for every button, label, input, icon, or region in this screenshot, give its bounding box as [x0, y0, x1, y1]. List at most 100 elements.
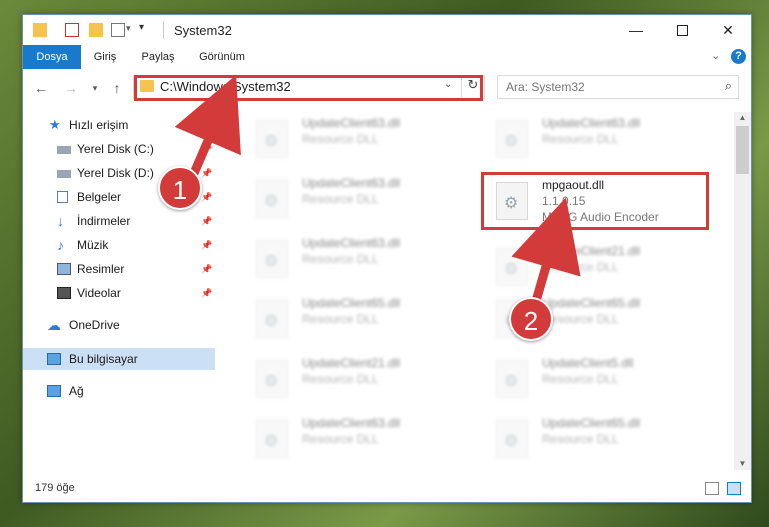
chevron-down-icon: ▾	[92, 83, 98, 93]
scroll-thumb[interactable]	[736, 126, 749, 174]
sidebar-item-label: Belgeler	[77, 190, 122, 204]
list-item[interactable]: UpdateClient63.dll Resource DLL	[242, 114, 442, 162]
list-item[interactable]: UpdateClient21.dll Resource DLL	[242, 354, 442, 402]
sidebar-item-videos[interactable]: Videolar 📌	[23, 282, 215, 304]
sidebar-item-label: Videolar	[77, 286, 121, 300]
computer-icon	[47, 353, 61, 365]
back-button[interactable]: ←	[31, 79, 51, 97]
list-item[interactable]: UpdateClient63.dll Resource DLL	[242, 234, 442, 282]
item-count: 179 öğe	[35, 482, 75, 494]
arrow-left-icon: ←	[34, 80, 48, 96]
file-type: Resource DLL	[302, 312, 379, 326]
file-list: UpdateClient63.dll Resource DLL UpdateCl…	[228, 112, 728, 467]
dll-file-icon	[256, 240, 288, 278]
list-item[interactable]: UpdateClient65.dll Resource DLL	[482, 414, 682, 462]
pin-icon[interactable]: 📌	[201, 234, 212, 256]
list-item[interactable]: UpdateClient65.dll Resource DLL	[242, 294, 442, 342]
file-name: UpdateClient5.dll	[542, 356, 634, 370]
tab-giris[interactable]: Giriş	[85, 45, 125, 69]
file-type: Resource DLL	[542, 372, 619, 386]
scroll-up-icon[interactable]: ▲	[734, 112, 751, 124]
dll-file-icon	[496, 360, 528, 398]
download-icon: ↓	[57, 213, 64, 229]
search-box[interactable]: ⌕	[497, 75, 739, 99]
sidebar-item-label: OneDrive	[69, 318, 120, 332]
sidebar-item-this-pc[interactable]: Bu bilgisayar	[23, 348, 215, 370]
list-item[interactable]: UpdateClient63.dll Resource DLL	[482, 114, 682, 162]
maximize-button[interactable]	[659, 15, 705, 45]
details-view-icon[interactable]	[705, 482, 719, 495]
tiles-view-icon[interactable]	[727, 482, 741, 495]
file-type: Resource DLL	[302, 372, 379, 386]
step-badge-1: 1	[158, 166, 202, 210]
list-item[interactable]: UpdateClient63.dll Resource DLL	[242, 174, 442, 222]
sidebar-item-label: Müzik	[77, 238, 109, 252]
list-item[interactable]: UpdateClient63.dll Resource DLL	[242, 414, 442, 462]
up-button[interactable]: ↑	[107, 79, 127, 97]
sidebar-item-local-disk-c[interactable]: Yerel Disk (C:) 📌	[23, 138, 215, 160]
dll-file-icon	[256, 300, 288, 338]
sidebar-item-pictures[interactable]: Resimler 📌	[23, 258, 215, 280]
chevron-down-icon[interactable]: ▾	[126, 23, 131, 34]
address-highlight	[134, 75, 483, 101]
search-input[interactable]	[504, 78, 708, 96]
file-type: Resource DLL	[302, 252, 379, 266]
vertical-scrollbar[interactable]: ▲ ▼	[734, 112, 751, 470]
sidebar-item-label: Bu bilgisayar	[69, 352, 138, 366]
sidebar-item-onedrive[interactable]: ☁ OneDrive	[23, 314, 215, 336]
step-badge-2: 2	[509, 297, 553, 341]
cloud-icon: ☁	[47, 317, 61, 333]
arrow-right-icon: →	[64, 80, 78, 96]
pin-icon[interactable]: 📌	[201, 162, 212, 184]
dll-file-icon	[496, 120, 528, 158]
customize-toolbar-icon[interactable]: ▾	[139, 22, 144, 33]
list-item[interactable]: UpdateClient5.dll Resource DLL	[482, 354, 682, 402]
file-name: UpdateClient63.dll	[302, 236, 401, 250]
music-icon: ♪	[57, 237, 64, 253]
help-icon[interactable]: ?	[731, 49, 746, 64]
file-name: UpdateClient65.dll	[302, 296, 401, 310]
minimize-icon: —	[629, 22, 643, 38]
sidebar-item-label: İndirmeler	[77, 214, 131, 228]
sidebar-item-network[interactable]: Ağ	[23, 380, 215, 402]
pin-icon[interactable]: 📌	[201, 282, 212, 304]
sidebar-item-music[interactable]: ♪ Müzik 📌	[23, 234, 215, 256]
pin-icon[interactable]: 📌	[201, 210, 212, 232]
file-type: Resource DLL	[302, 432, 379, 446]
videos-icon	[57, 287, 71, 299]
pin-icon[interactable]: 📌	[201, 258, 212, 280]
sidebar-item-label: Yerel Disk (D:)	[77, 166, 154, 180]
close-button[interactable]: ✕	[705, 15, 751, 45]
dll-file-icon	[496, 248, 528, 286]
title-bar: ▾ ▾ System32 — ✕	[23, 15, 751, 45]
file-type: Resource DLL	[542, 260, 619, 274]
separator	[163, 21, 164, 39]
list-item[interactable]: UpdateClient21.dll Resource DLL	[482, 242, 682, 290]
documents-icon	[57, 191, 68, 203]
tab-dosya[interactable]: Dosya	[23, 45, 81, 69]
file-name: UpdateClient63.dll	[302, 176, 401, 190]
view-options-icon[interactable]	[111, 23, 125, 37]
sidebar-item-label: Resimler	[77, 262, 125, 276]
new-folder-icon[interactable]	[89, 23, 103, 37]
file-name: UpdateClient21.dll	[542, 244, 641, 258]
star-icon: ★	[49, 117, 61, 132]
navigation-pane: ★ Hızlı erişim Yerel Disk (C:) 📌 Yerel D…	[23, 112, 215, 467]
recent-locations-button[interactable]: ▾	[85, 79, 105, 97]
sidebar-item-quick-access[interactable]: ★ Hızlı erişim	[23, 114, 215, 136]
pin-icon[interactable]: 📌	[201, 138, 212, 160]
file-highlight	[481, 172, 709, 230]
minimize-button[interactable]: —	[613, 15, 659, 45]
status-bar: 179 öğe	[23, 478, 751, 500]
tab-paylas[interactable]: Paylaş	[135, 45, 181, 69]
forward-button[interactable]: →	[61, 79, 81, 97]
sidebar-item-label: Ağ	[69, 384, 84, 398]
pin-icon[interactable]: 📌	[201, 186, 212, 208]
scroll-down-icon[interactable]: ▼	[734, 458, 751, 470]
sidebar-item-downloads[interactable]: ↓ İndirmeler 📌	[23, 210, 215, 232]
expand-ribbon-icon[interactable]: ⌄	[711, 49, 720, 62]
properties-icon[interactable]	[65, 23, 79, 37]
tab-gorunum[interactable]: Görünüm	[191, 45, 253, 69]
drive-icon	[57, 146, 71, 154]
file-name: UpdateClient21.dll	[302, 356, 401, 370]
